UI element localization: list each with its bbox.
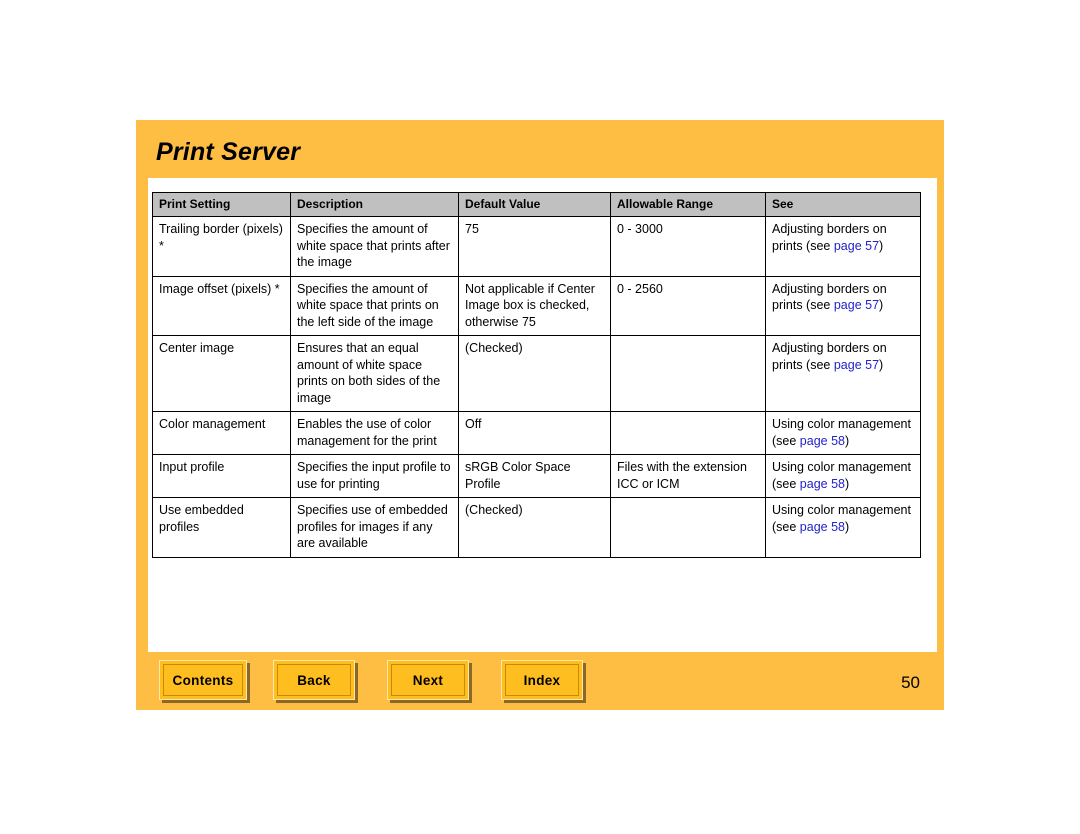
see-suffix: ) [844, 433, 850, 448]
table-row: Trailing border (pixels) * Specifies the … [152, 216, 921, 277]
cell-description: Enables the use of color management for … [290, 411, 459, 455]
column-header-allowable-range: Allowable Range [610, 192, 766, 217]
cell-print-setting: Use embedded profiles [152, 497, 291, 558]
print-settings-table: Print Setting Description Default Value … [152, 192, 921, 558]
table-row: Image offset (pixels) * Specifies the amo… [152, 275, 921, 336]
cell-allowable-range [610, 497, 766, 558]
cell-default-value: Not applicable if Center Image box is ch… [458, 275, 611, 336]
cell-see: Using color management (see page 58) [765, 411, 921, 455]
contents-button[interactable]: Contents [159, 660, 247, 700]
table-row: Color management Enables the use of color… [152, 411, 921, 455]
column-header-print-setting: Print Setting [152, 192, 291, 217]
cell-allowable-range: Files with the extension ICC or ICM [610, 454, 766, 498]
contents-button-label: Contents [163, 664, 243, 696]
cell-allowable-range [610, 411, 766, 455]
see-suffix: ) [879, 298, 884, 312]
cell-see: Adjusting borders on prints (see page 57… [765, 335, 921, 412]
page-cross-reference-link[interactable]: page 58 [800, 477, 845, 491]
cell-description: Specifies use of embedded profiles for i… [290, 497, 459, 558]
cell-allowable-range [610, 335, 766, 412]
page-cross-reference-link[interactable]: page 57 [834, 239, 879, 253]
see-suffix: ) [844, 476, 850, 491]
cell-description: Specifies the amount of white space that… [290, 216, 459, 277]
cell-print-setting: Center image [152, 335, 291, 412]
cell-description: Specifies the input profile to use for p… [290, 454, 459, 498]
cell-default-value: (Checked) [458, 497, 611, 558]
see-suffix: ) [879, 357, 884, 372]
document-page-panel: Print Server Print Setting Description D… [136, 120, 944, 710]
cell-description: Ensures that an equal amount of white sp… [290, 335, 459, 412]
see-suffix: ) [879, 238, 884, 253]
table-row: Use embedded profiles Specifies use of em… [152, 497, 921, 558]
page-cross-reference-link[interactable]: page 57 [834, 298, 879, 312]
cell-print-setting: Image offset (pixels) * [152, 275, 291, 336]
page-cross-reference-link[interactable]: page 58 [800, 434, 845, 448]
see-suffix: ) [844, 519, 850, 534]
table-header-row: Print Setting Description Default Value … [152, 192, 921, 217]
cell-allowable-range: 0 - 2560 [610, 275, 766, 336]
back-button[interactable]: Back [273, 660, 355, 700]
back-button-label: Back [277, 664, 351, 696]
column-header-default-value: Default Value [458, 192, 611, 217]
cell-default-value: sRGB Color Space Profile [458, 454, 611, 498]
table-row: Center image Ensures that an equal amount… [152, 335, 921, 412]
cell-default-value: 75 [458, 216, 611, 277]
cell-print-setting: Input profile [152, 454, 291, 498]
cell-see: Adjusting borders on prints (see page 57… [765, 216, 921, 277]
column-header-description: Description [290, 192, 459, 217]
page-cross-reference-link[interactable]: page 57 [834, 358, 879, 372]
page-cross-reference-link[interactable]: page 58 [800, 520, 845, 534]
index-button[interactable]: Index [501, 660, 583, 700]
cell-print-setting: Color management [152, 411, 291, 455]
next-button-label: Next [391, 664, 465, 696]
next-button[interactable]: Next [387, 660, 469, 700]
cell-default-value: Off [458, 411, 611, 455]
table-row: Input profile Specifies the input profile… [152, 454, 921, 498]
page-title: Print Server [156, 138, 301, 166]
cell-see: Using color management (see page 58) [765, 497, 921, 558]
cell-print-setting: Trailing border (pixels) * [152, 216, 291, 277]
cell-description: Specifies the amount of white space that… [290, 275, 459, 336]
content-card: Print Setting Description Default Value … [148, 178, 937, 652]
index-button-label: Index [505, 664, 579, 696]
cell-see: Adjusting borders on prints (see page 57… [765, 275, 921, 336]
cell-allowable-range: 0 - 3000 [610, 216, 766, 277]
column-header-see: See [765, 192, 921, 217]
table-body: Trailing border (pixels) * Specifies the … [152, 216, 921, 558]
cell-see: Using color management (see page 58) [765, 454, 921, 498]
cell-default-value: (Checked) [458, 335, 611, 412]
page-number: 50 [901, 673, 920, 692]
